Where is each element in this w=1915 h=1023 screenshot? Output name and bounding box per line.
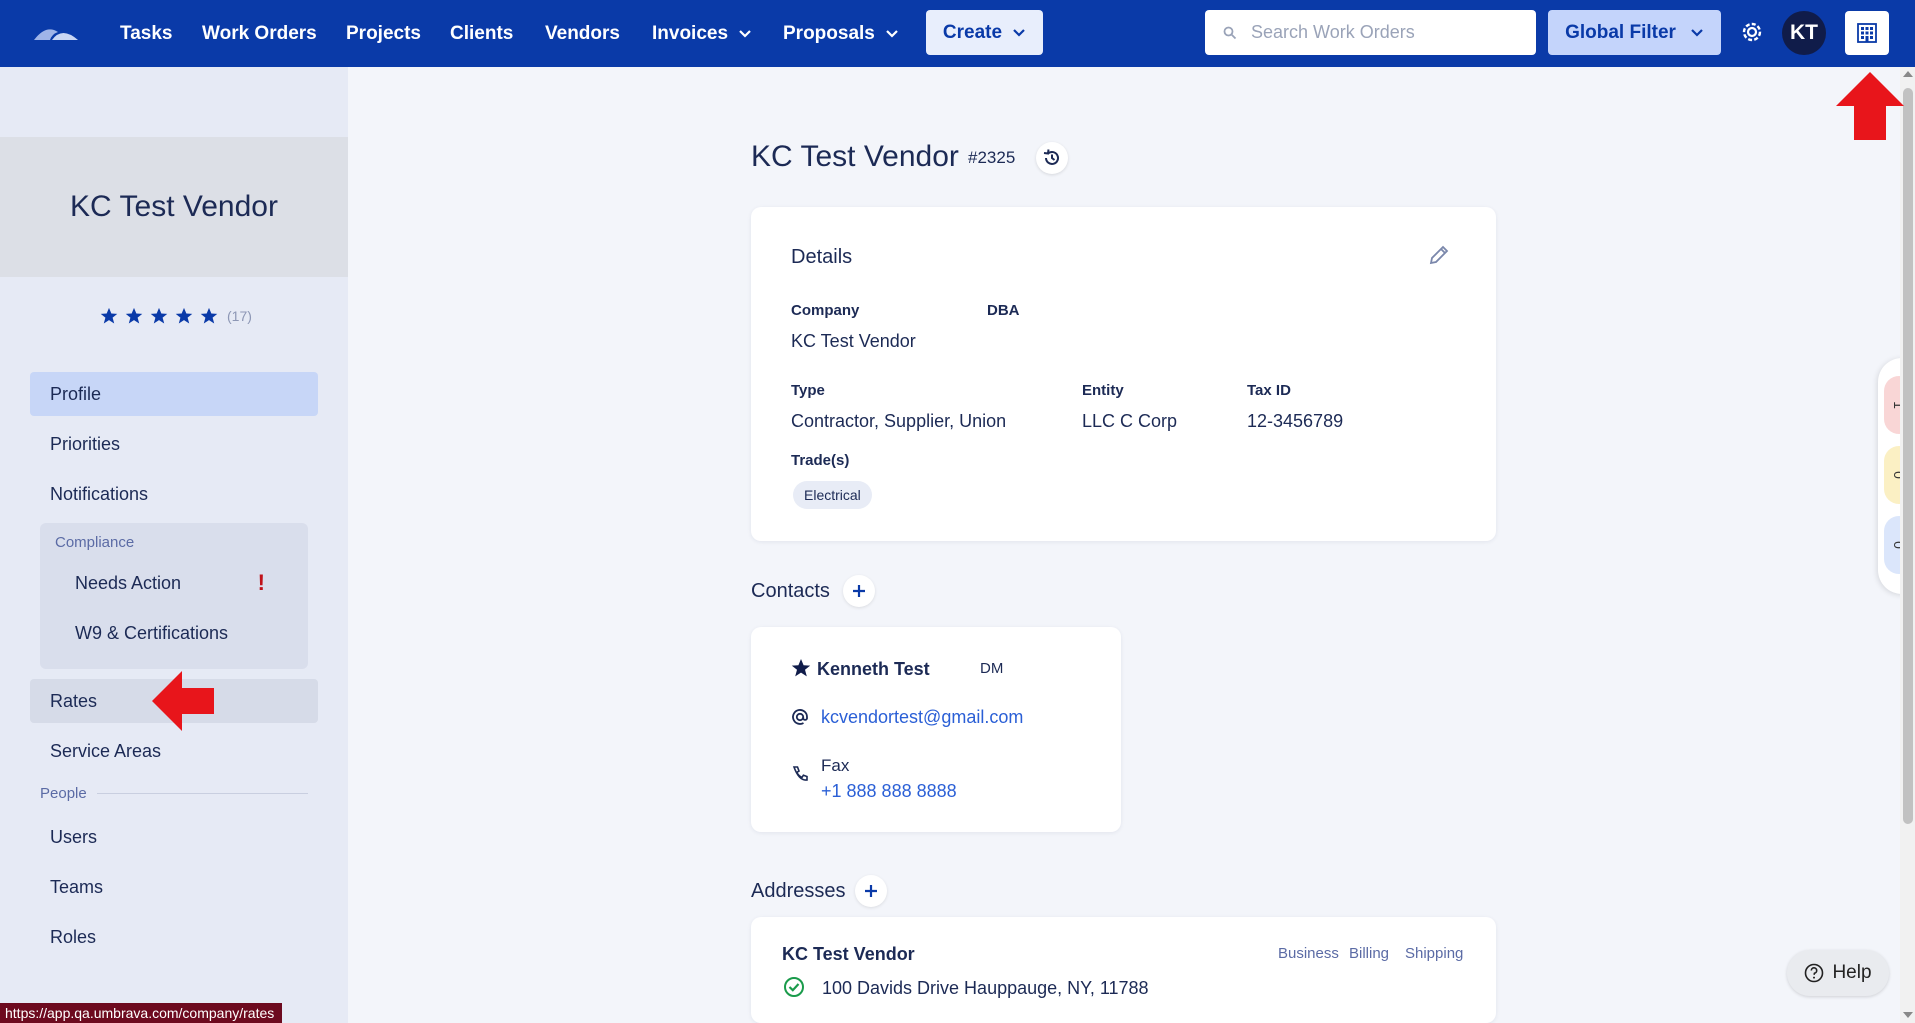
status-bar-url: https://app.qa.umbrava.com/company/rates [0,1003,283,1023]
trades-label: Trade(s) [791,452,850,469]
address-tag-shipping: Shipping [1405,945,1464,962]
nav-invoices[interactable]: Invoices [652,0,752,67]
star-icon [200,307,218,324]
search-bar[interactable] [1205,10,1536,55]
add-contact-button[interactable] [843,575,875,607]
search-icon [1223,26,1237,39]
nav-work-orders[interactable]: Work Orders [202,0,317,67]
contact-email-link[interactable]: kcvendortest@gmail.com [821,707,1023,728]
sidebar-item-priorities[interactable]: Priorities [30,422,318,466]
star-icon [100,307,118,324]
dba-label: DBA [987,302,1020,319]
contact-name[interactable]: Kenneth Test [817,659,930,680]
annotation-arrow-up-icon [1836,72,1904,140]
details-title: Details [791,246,853,268]
company-value: KC Test Vendor [791,331,916,351]
scrollbar-thumb[interactable] [1903,88,1913,824]
addresses-title: Addresses [751,880,846,902]
building-icon [1857,23,1877,43]
contact-role: DM [980,660,1004,677]
nav-vendors[interactable]: Vendors [545,0,620,67]
sidebar-item-roles[interactable]: Roles [30,915,318,959]
address-card [751,917,1496,1023]
history-icon [1043,149,1059,165]
nav-clients[interactable]: Clients [450,0,513,67]
gear-icon[interactable] [1738,18,1766,46]
sidebar-item-profile[interactable]: Profile [30,372,318,416]
contact-phone-label: Fax [821,756,850,775]
star-icon [125,307,143,324]
annotation-arrow-left-icon [152,671,214,731]
entity-value: LLC C Corp [1082,411,1178,431]
type-label: Type [791,382,825,399]
chevron-down-icon [739,29,751,38]
sidebar-item-needs-action[interactable]: Needs Action ! [55,563,295,603]
plus-icon [865,885,877,897]
add-address-button[interactable] [855,875,887,907]
umbrava-logo-icon[interactable] [32,22,80,44]
create-button[interactable]: Create [926,10,1043,55]
chevron-down-icon [886,29,898,38]
star-icon [175,307,193,324]
avatar[interactable]: KT [1782,11,1826,55]
rating-count: (17) [227,308,252,324]
alert-icon: ! [257,570,265,595]
address-tag-billing: Billing [1349,945,1390,962]
company-switcher-button[interactable] [1845,11,1889,55]
top-nav: Tasks Work Orders Projects Clients Vendo… [0,0,1915,67]
contacts-title: Contacts [751,580,830,602]
star-icon [150,307,168,324]
vendor-name-banner: KC Test Vendor [0,137,348,277]
address-name: KC Test Vendor [782,944,915,964]
nav-tasks[interactable]: Tasks [120,0,172,67]
address-line: 100 Davids Drive Hauppauge, NY, 11788 [822,978,1149,998]
global-filter-button[interactable]: Global Filter [1548,10,1721,55]
trade-chip: Electrical [793,481,872,509]
at-sign-icon [792,709,808,725]
people-section-label: People [40,785,308,802]
compliance-label: Compliance [55,534,135,551]
nav-proposals[interactable]: Proposals [783,0,899,67]
nav-projects[interactable]: Projects [346,0,421,67]
search-input[interactable] [1251,22,1521,43]
sidebar-item-teams[interactable]: Teams [30,865,318,909]
sidebar: KC Test Vendor (17) Profile Priorities N… [0,67,348,1023]
check-circle-icon [784,977,804,997]
history-button[interactable] [1036,142,1068,174]
type-value: Contractor, Supplier, Union [791,411,1007,431]
scroll-down-icon[interactable] [1903,1012,1913,1018]
entity-label: Entity [1082,382,1124,399]
vendor-rating: (17) [100,307,252,325]
sidebar-item-users[interactable]: Users [30,815,318,859]
plus-icon [853,585,865,597]
sidebar-item-w9-certifications[interactable]: W9 & Certifications [55,613,295,653]
company-label: Company [791,302,860,319]
sidebar-item-service-areas[interactable]: Service Areas [30,729,318,773]
address-tag-business: Business [1278,945,1339,962]
phone-icon [792,766,808,781]
primary-star-icon [791,659,811,677]
vendor-id: #2325 [968,148,1016,167]
edit-pencil-icon[interactable] [1428,244,1450,266]
contact-phone-link[interactable]: +1 888 888 8888 [821,781,957,802]
chevron-down-icon [1691,28,1703,37]
help-button[interactable]: Help [1787,950,1889,996]
tax-id-label: Tax ID [1247,382,1291,399]
page-title: KC Test Vendor [751,140,959,173]
chevron-down-icon [1013,28,1025,37]
tax-id-value: 12-3456789 [1247,411,1344,431]
sidebar-item-notifications[interactable]: Notifications [30,472,318,516]
help-icon [1805,963,1824,983]
